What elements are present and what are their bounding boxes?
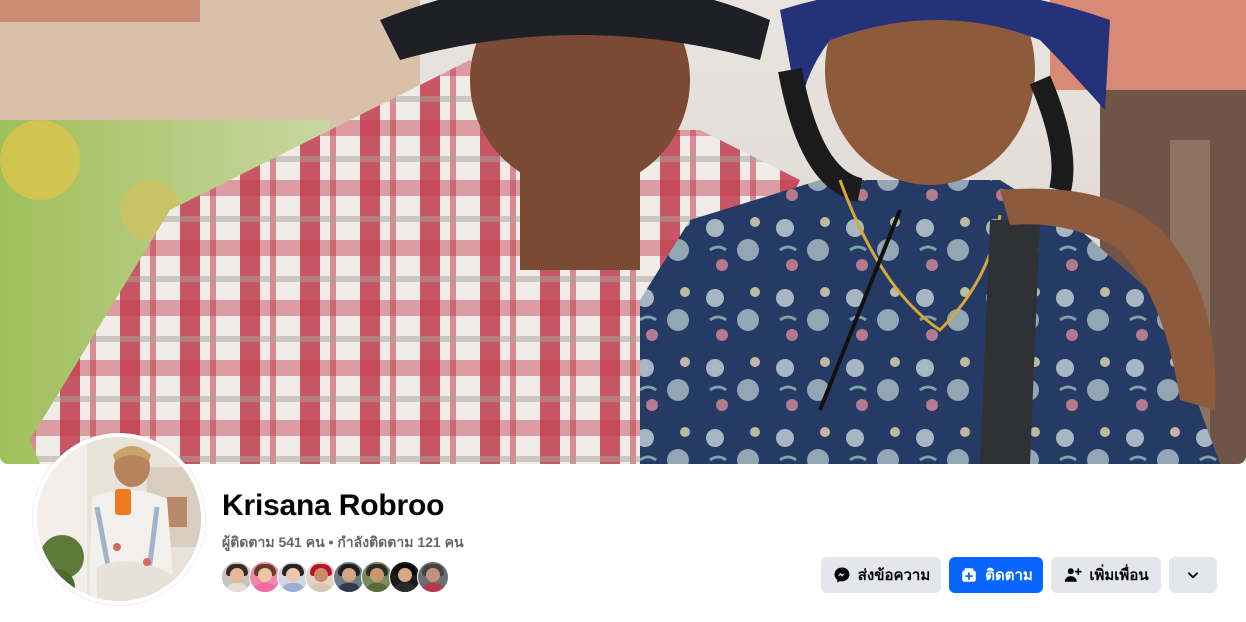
follow-button[interactable]: ติดตาม — [949, 557, 1043, 593]
follow-plus-icon — [959, 565, 979, 585]
add-friend-icon — [1063, 565, 1083, 585]
add-friend-button[interactable]: เพิ่มเพื่อน — [1051, 557, 1161, 593]
add-friend-button-label: เพิ่มเพื่อน — [1089, 567, 1149, 584]
follow-button-label: ติดตาม — [985, 567, 1033, 584]
chevron-down-icon — [1186, 568, 1200, 582]
follower-stats[interactable]: ผู้ติดตาม 541 คน • กำลังติดตาม 121 คน — [222, 532, 464, 554]
more-options-button[interactable] — [1169, 557, 1217, 593]
friends-preview[interactable] — [221, 561, 449, 593]
message-button-label: ส่งข้อความ — [857, 567, 931, 584]
avatar[interactable] — [37, 437, 201, 601]
friend-avatar-8[interactable] — [417, 561, 449, 593]
messenger-icon — [832, 565, 852, 585]
profile-picture[interactable] — [33, 433, 205, 605]
profile-name: Krisana Robroo — [222, 489, 445, 522]
cover-photo[interactable] — [0, 0, 1246, 464]
message-button[interactable]: ส่งข้อความ — [821, 557, 941, 593]
